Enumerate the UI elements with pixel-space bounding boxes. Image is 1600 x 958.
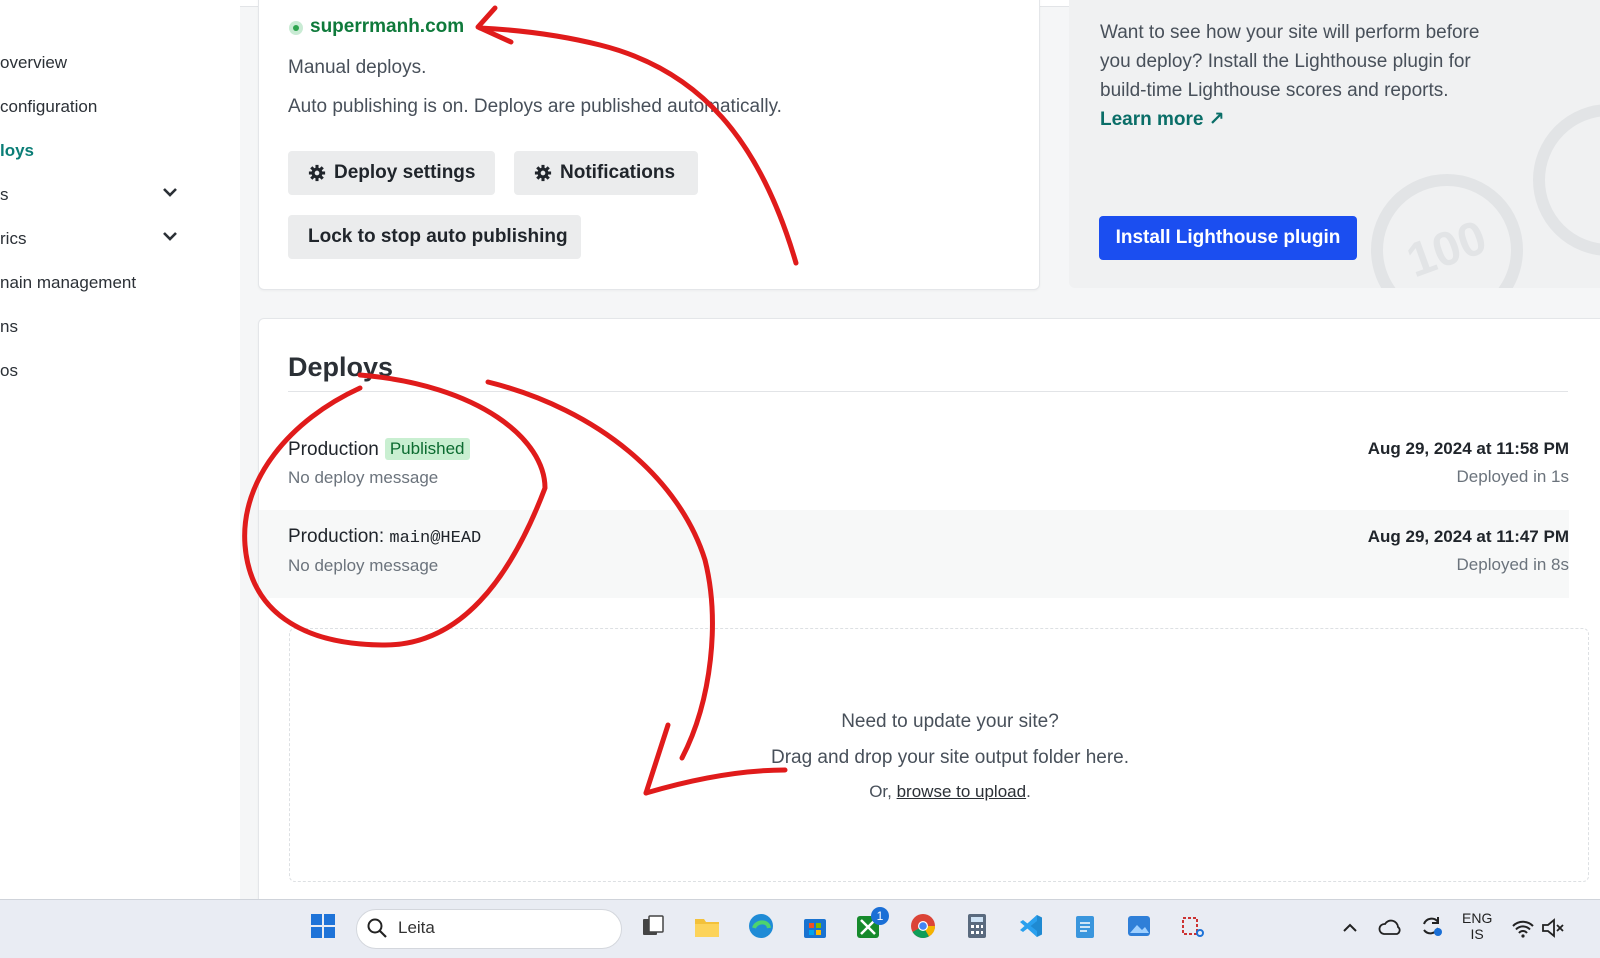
- deploy-context: Production: [288, 439, 379, 460]
- chevron-down-icon[interactable]: [161, 227, 179, 245]
- learn-more-link[interactable]: Learn more ↗: [1100, 109, 1225, 130]
- notifications-button[interactable]: Notifications: [514, 151, 698, 195]
- status-dot-icon: [289, 21, 303, 35]
- dropzone-browse-line: Or, browse to upload.: [290, 782, 1600, 802]
- deploy-date: Aug 29, 2024 at 11:47 PM: [1367, 527, 1569, 546]
- deploy-message: No deploy message: [288, 468, 439, 487]
- browse-to-upload-link[interactable]: browse to upload: [897, 782, 1026, 801]
- sidebar-item-logs[interactable]: s: [0, 180, 9, 210]
- snipping-tool-icon[interactable]: [1180, 913, 1206, 939]
- keyboard-layout-text: IS: [1470, 926, 1484, 942]
- status-badge: Published: [384, 438, 470, 460]
- photos-icon[interactable]: [1126, 913, 1152, 939]
- lighthouse-text: Want to see how your site will perform b…: [1100, 22, 1480, 101]
- search-icon: [367, 918, 387, 938]
- chevron-down-icon[interactable]: [161, 183, 179, 201]
- taskbar-search-box[interactable]: [356, 909, 622, 949]
- language-text: ENG: [1462, 910, 1493, 926]
- deploy-date: Aug 29, 2024 at 11:58 PM: [1367, 439, 1569, 458]
- windows-taskbar: [0, 899, 1600, 958]
- chevron-up-icon[interactable]: [1340, 918, 1360, 938]
- sidebar-item-domain-management[interactable]: nain management: [0, 268, 136, 298]
- lighthouse-description: Want to see how your site will perform b…: [1100, 18, 1490, 134]
- deploy-message: No deploy message: [288, 556, 439, 575]
- sidebar-item-overview[interactable]: overview: [0, 48, 67, 78]
- sidebar-item-metrics[interactable]: rics: [0, 224, 26, 254]
- browse-prefix: Or,: [869, 782, 897, 801]
- edge-icon[interactable]: [748, 913, 774, 939]
- browse-suffix: .: [1026, 782, 1031, 801]
- lighthouse-ring-graphic: [1533, 104, 1600, 256]
- deploy-context: Production: [288, 526, 379, 547]
- wifi-icon[interactable]: [1510, 915, 1536, 941]
- lighthouse-score-graphic: 100: [1371, 174, 1523, 288]
- sidebar-item-forms[interactable]: ns: [0, 312, 18, 342]
- lock-auto-publishing-button[interactable]: Lock to stop auto publishing: [288, 215, 581, 259]
- sync-icon[interactable]: [1418, 913, 1444, 939]
- publish-status-text: Auto publishing is on. Deploys are publi…: [288, 96, 782, 117]
- file-explorer-icon[interactable]: [694, 913, 720, 939]
- windows-start-icon[interactable]: [310, 913, 336, 939]
- deploy-duration: Deployed in 1s: [1456, 467, 1569, 486]
- language-indicator[interactable]: ENG IS: [1462, 910, 1492, 942]
- notifications-label: Notifications: [560, 162, 676, 183]
- sidebar-item-jobs[interactable]: os: [0, 356, 18, 386]
- sidebar-item-deploys[interactable]: loys: [0, 136, 34, 166]
- task-view-icon[interactable]: [640, 913, 666, 939]
- deploy-duration: Deployed in 8s: [1456, 555, 1569, 574]
- gear-icon: [534, 164, 552, 182]
- search-placeholder: Leita: [398, 918, 435, 937]
- deploy-row[interactable]: Production Published No deploy message Au…: [259, 422, 1569, 510]
- onedrive-icon[interactable]: [1378, 915, 1404, 941]
- deploy-row[interactable]: Production: main@HEAD No deploy message …: [259, 510, 1569, 598]
- divider: [288, 391, 1568, 392]
- deploy-branch: main@HEAD: [389, 529, 482, 548]
- chrome-icon[interactable]: [910, 913, 936, 939]
- deploy-row-title: Production: main@HEAD: [288, 526, 482, 548]
- deploy-mode-text: Manual deploys.: [288, 57, 427, 78]
- calculator-icon[interactable]: [964, 913, 990, 939]
- store-icon[interactable]: [802, 913, 828, 939]
- site-link[interactable]: superrmanh.com: [310, 16, 464, 38]
- notepad-icon[interactable]: [1072, 913, 1098, 939]
- dropzone-heading: Need to update your site?: [841, 711, 1059, 732]
- gear-icon: [308, 164, 326, 182]
- volume-muted-icon[interactable]: [1540, 915, 1566, 941]
- deploys-title: Deploys: [288, 352, 394, 382]
- lighthouse-score-text: 100: [1400, 211, 1493, 288]
- deploy-row-title: Production Published: [288, 438, 470, 461]
- install-lighthouse-button[interactable]: Install Lighthouse plugin: [1099, 216, 1357, 260]
- deploy-settings-button[interactable]: Deploy settings: [288, 151, 495, 195]
- sidebar-item-configuration[interactable]: configuration: [0, 92, 97, 122]
- vscode-icon[interactable]: [1018, 913, 1044, 939]
- deploy-settings-label: Deploy settings: [334, 162, 476, 183]
- upload-dropzone[interactable]: Need to update your site? Drag and drop …: [289, 628, 1589, 882]
- dropzone-instructions: Drag and drop your site output folder he…: [770, 747, 1130, 768]
- sidebar-nav: overview configuration loys s rics nain …: [0, 6, 240, 899]
- notification-badge: 1: [871, 907, 889, 925]
